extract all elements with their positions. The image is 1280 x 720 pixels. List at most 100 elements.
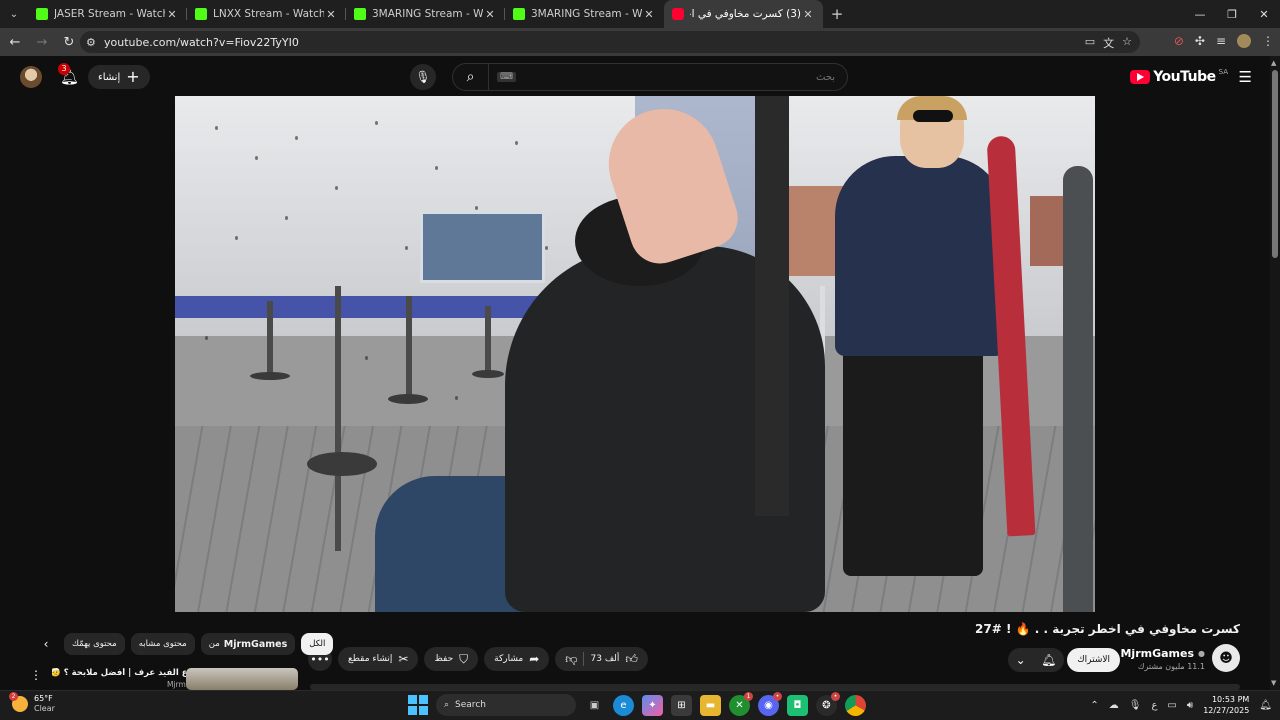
search-icon[interactable]: ⌕ [453, 64, 489, 90]
search-box: ⌕ ⌨ [452, 63, 848, 91]
clip-label: إنشاء مقطع [348, 654, 393, 664]
search-input[interactable] [516, 71, 847, 83]
browser-menu-icon[interactable]: ⋮ [1262, 34, 1274, 48]
voice-search-mic-icon[interactable]: 🎙︎ [410, 64, 436, 90]
channel-name[interactable]: MjrmGames [1120, 647, 1194, 660]
dislike-thumb-icon[interactable]: 👎︎ [565, 652, 577, 667]
browser-tab-4[interactable]: 3MARING Stream - Watch Live ✕ [505, 0, 664, 28]
chip-all[interactable]: الكل [301, 633, 334, 655]
plus-icon: + [126, 67, 140, 86]
scrollbar-thumb[interactable] [1272, 70, 1278, 258]
windows-start-icon[interactable] [408, 695, 428, 715]
chrome-icon[interactable] [845, 694, 866, 716]
extension-block-icon[interactable]: ⊘ [1174, 34, 1184, 48]
scroll-down-arrow-icon[interactable]: ▼ [1271, 679, 1276, 687]
tab-close-icon[interactable]: ✕ [483, 8, 497, 21]
forward-icon[interactable]: → [30, 30, 54, 54]
url-omnibox[interactable]: ⚙ youtube.com/watch?v=Fiov22TyYI0 ▭ 文 ☆ [80, 31, 1140, 53]
new-tab-button[interactable]: + [823, 0, 851, 28]
chatgpt-icon[interactable]: ❂ • [816, 691, 840, 716]
onedrive-cloud-icon[interactable]: ☁ [1109, 700, 1119, 711]
task-view-icon[interactable]: ▣ [584, 695, 605, 716]
browser-tab-5-active[interactable]: (3) كسرت مخاوفي في اخطر ✕ [664, 0, 823, 28]
input-language[interactable]: ع [1151, 700, 1157, 711]
network-icon[interactable]: ▭ [1167, 700, 1176, 711]
keyboard-icon[interactable]: ⌨ [497, 72, 516, 82]
minimize-icon[interactable]: — [1184, 0, 1216, 28]
tray-overflow-chevron-icon[interactable]: ⌃ [1090, 700, 1098, 711]
copilot-icon[interactable]: ✦ [642, 694, 663, 716]
guide-menu-icon[interactable]: ☰ [1239, 68, 1252, 86]
browser-tab-1[interactable]: JASER Stream - Watch Live on K ✕ [28, 0, 187, 28]
notifications-bell-icon[interactable]: 🔔︎ 3 [58, 63, 79, 86]
more-options-icon[interactable]: ⋮ [30, 668, 42, 682]
share-button[interactable]: مشاركة ➦ [484, 647, 550, 671]
page-scrollbar[interactable]: ▲ ▼ [1270, 56, 1280, 690]
tab-title: 3MARING Stream - Watch Live [531, 8, 642, 20]
scroll-up-arrow-icon[interactable]: ▲ [1271, 59, 1276, 67]
extensions-puzzle-icon[interactable]: ✣ [1195, 34, 1205, 48]
chevron-left-icon[interactable]: ‹ [34, 632, 58, 656]
tab-title: LNXX Stream - Watch Live on K [213, 8, 324, 20]
weather-widget[interactable]: 2 65°F Clear [9, 692, 55, 714]
notification-center-icon[interactable]: 🔔︎ [1259, 700, 1272, 711]
translate-icon[interactable]: 文 [1103, 35, 1114, 51]
browser-tab-2[interactable]: LNXX Stream - Watch Live on K ✕ [187, 0, 346, 28]
notification-preferences-button[interactable]: ⌄ 🔔︎ [1008, 648, 1064, 672]
like-thumb-icon[interactable]: 👍︎ [625, 652, 638, 667]
clip-button[interactable]: إنشاء مقطع ✂ [338, 647, 419, 671]
tab-search-chevron-icon[interactable]: ⌄ [0, 0, 28, 28]
store-icon[interactable]: ⊞ [671, 694, 692, 716]
bookmark-star-icon[interactable]: ☆ [1122, 35, 1132, 51]
game-app-icon[interactable]: ◘ [787, 694, 808, 716]
file-explorer-icon[interactable]: ▬ [700, 694, 721, 716]
like-dislike-group: 👎︎ 73 ألف 👍︎ [555, 647, 648, 671]
bell-icon: 🔔︎ [1041, 653, 1057, 667]
save-button[interactable]: حفظ ⛉ [424, 647, 479, 671]
microphone-icon[interactable]: 🎙︎ [1129, 700, 1142, 711]
youtube-logo[interactable]: YouTube SA [1130, 68, 1228, 85]
recommended-thumbnail[interactable] [186, 668, 298, 690]
browser-tab-3[interactable]: 3MARING Stream - Watch Live ✕ [346, 0, 505, 28]
youtube-icon [672, 8, 684, 20]
create-button[interactable]: إنشاء + [88, 65, 150, 89]
taskbar-search[interactable]: ⌕ Search [436, 694, 576, 716]
subscribe-button[interactable]: الاشتراك [1067, 648, 1120, 672]
chevron-down-icon: ⌄ [1015, 653, 1026, 667]
system-tray: ⌃ ☁ 🎙︎ ع ▭ 🔊︎ 10:53 PM 12/27/2025 🔔︎ [1090, 694, 1272, 716]
chip-from-channel[interactable]: من MjrmGames [200, 633, 296, 655]
region-code: SA [1218, 68, 1228, 76]
address-bar: ← → ↻ ⚙ youtube.com/watch?v=Fiov22TyYI0 … [0, 28, 1280, 56]
close-window-icon[interactable]: ✕ [1248, 0, 1280, 28]
tab-close-icon[interactable]: ✕ [165, 8, 179, 21]
recommended-video[interactable]: ⋮ مشروع الفيد عرف | أفضل ملابحة ؟ 🤕 #2 M… [30, 666, 300, 690]
profile-avatar[interactable] [1237, 34, 1251, 48]
tab-close-icon[interactable]: ✕ [324, 8, 338, 21]
reload-icon[interactable]: ↻ [57, 30, 81, 54]
video-details: كسرت مخاوفي في اخطر تجربة . . 🔥 ! #27 ☻ … [0, 612, 1270, 690]
account-avatar[interactable] [20, 66, 42, 88]
tab-close-icon[interactable]: ✕ [801, 8, 815, 21]
xbox-icon[interactable]: ✕ 1 [729, 691, 753, 716]
chip-recommended[interactable]: محتوى يهمّك [64, 633, 125, 655]
tab-close-icon[interactable]: ✕ [642, 8, 656, 21]
volume-icon[interactable]: 🔊︎ [1187, 700, 1193, 711]
weather-sun-icon: 2 [9, 692, 28, 712]
kick-icon [513, 8, 525, 20]
save-label: حفظ [434, 654, 454, 664]
cast-icon[interactable]: ▭ [1085, 35, 1095, 51]
back-icon[interactable]: ← [3, 30, 27, 54]
site-info-icon[interactable]: ⚙ [86, 36, 104, 49]
video-player[interactable] [175, 96, 1095, 612]
reading-list-icon[interactable]: ≡ [1216, 34, 1226, 48]
edge-icon[interactable]: e [613, 694, 634, 716]
channel-avatar[interactable]: ☻ [1212, 644, 1240, 672]
like-count[interactable]: 73 ألف [590, 654, 619, 664]
browser-tab-bar: ⌄ JASER Stream - Watch Live on K ✕ LNXX … [0, 0, 1280, 28]
chip-similar[interactable]: محتوى مشابه [130, 633, 195, 655]
clock[interactable]: 10:53 PM 12/27/2025 [1203, 694, 1249, 716]
discord-icon[interactable]: ◉ • [758, 691, 782, 716]
url-text[interactable]: youtube.com/watch?v=Fiov22TyYI0 [104, 36, 299, 49]
restore-icon[interactable]: ❐ [1216, 0, 1248, 28]
channel-name-row[interactable]: MjrmGames ● [1120, 647, 1205, 660]
